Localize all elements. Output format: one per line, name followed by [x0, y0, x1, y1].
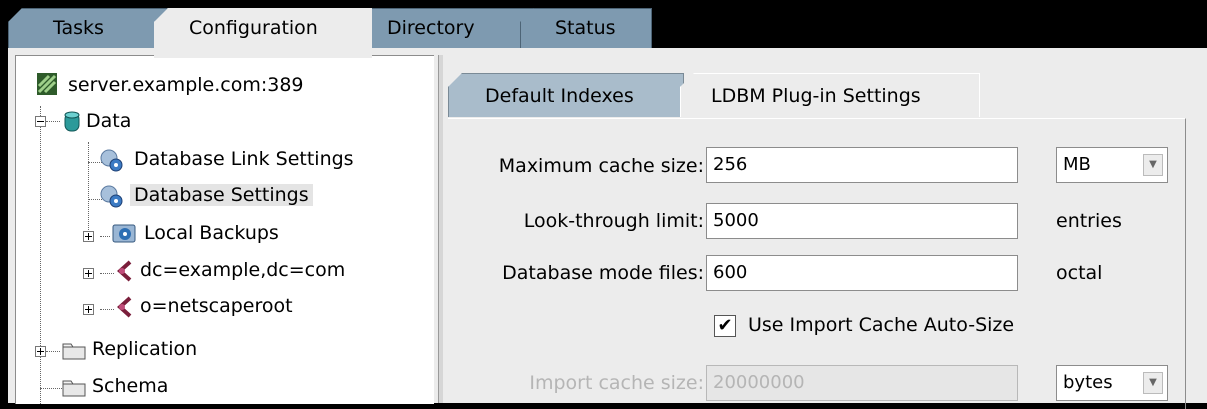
- expand-toggle[interactable]: [83, 304, 94, 315]
- suffix-icon: [116, 295, 138, 318]
- tree-node-local-backups[interactable]: Local Backups: [112, 216, 283, 250]
- database-mode-unit: octal: [1056, 262, 1103, 284]
- chevron-down-icon: ▼: [1143, 154, 1163, 176]
- expand-toggle[interactable]: [35, 346, 46, 357]
- tree-connector: [40, 388, 62, 389]
- server-icon: [36, 72, 58, 95]
- database-mode-files-label: Database mode files:: [502, 262, 704, 284]
- max-cache-size-label: Maximum cache size:: [498, 155, 704, 177]
- settings-cog-icon: [98, 148, 123, 172]
- tab-directory[interactable]: Directory: [356, 8, 536, 48]
- suffix-icon: [116, 259, 138, 282]
- tree-connector: [46, 121, 60, 122]
- look-through-limit-input[interactable]: 5000: [706, 203, 1018, 239]
- import-cache-unit-select[interactable]: bytes ▼: [1056, 365, 1168, 401]
- pane-splitter[interactable]: [438, 55, 443, 403]
- tree-node-suffix-netscaperoot[interactable]: o=netscaperoot: [116, 289, 297, 323]
- chevron-down-icon: ▼: [1143, 372, 1163, 394]
- tab-ldbm-plugin-settings[interactable]: LDBM Plug-in Settings: [680, 73, 980, 117]
- tree-connector: [88, 142, 89, 232]
- settings-cog-icon: [98, 184, 123, 208]
- tree-connector: [100, 273, 114, 274]
- expand-toggle[interactable]: [83, 268, 94, 279]
- tree-connector: [100, 309, 114, 310]
- import-cache-size-input: 20000000: [706, 365, 1018, 401]
- tree-node-server[interactable]: server.example.com:389: [36, 68, 308, 102]
- configuration-panel: server.example.com:389 Data Database Lin…: [8, 48, 1207, 409]
- tree-connector: [100, 236, 110, 237]
- tree-node-schema[interactable]: Schema: [62, 369, 172, 403]
- collapse-toggle[interactable]: [35, 116, 46, 127]
- database-icon: [62, 110, 84, 132]
- import-cache-size-label: Import cache size:: [529, 372, 704, 394]
- tree-node-database-link-settings[interactable]: Database Link Settings: [98, 142, 358, 176]
- folder-icon: [62, 375, 86, 397]
- max-cache-unit-select[interactable]: MB ▼: [1056, 147, 1168, 183]
- tree-node-suffix-example[interactable]: dc=example,dc=com: [116, 253, 349, 287]
- tab-configuration[interactable]: Configuration: [154, 8, 372, 58]
- tab-default-indexes[interactable]: Default Indexes: [448, 73, 684, 117]
- tree-node-data[interactable]: Data: [62, 104, 135, 138]
- max-cache-size-input[interactable]: 256: [706, 147, 1018, 183]
- tree-node-database-settings[interactable]: Database Settings: [98, 178, 313, 212]
- tab-tasks[interactable]: Tasks: [8, 8, 168, 48]
- import-cache-autosize-checkbox[interactable]: ✔: [714, 315, 736, 337]
- folder-icon: [62, 338, 86, 360]
- database-mode-files-input[interactable]: 600: [706, 255, 1018, 291]
- backup-disk-icon: [112, 222, 136, 244]
- tree-node-replication[interactable]: Replication: [62, 332, 201, 366]
- import-cache-autosize-label: Use Import Cache Auto-Size: [748, 314, 1015, 336]
- expand-toggle[interactable]: [83, 231, 94, 242]
- look-through-unit: entries: [1056, 210, 1122, 232]
- tree-connector: [46, 351, 60, 352]
- navigation-tree: server.example.com:389 Data Database Lin…: [15, 55, 434, 404]
- tree-connector: [40, 106, 41, 404]
- tab-status[interactable]: Status: [520, 8, 652, 48]
- look-through-limit-label: Look-through limit:: [523, 210, 704, 232]
